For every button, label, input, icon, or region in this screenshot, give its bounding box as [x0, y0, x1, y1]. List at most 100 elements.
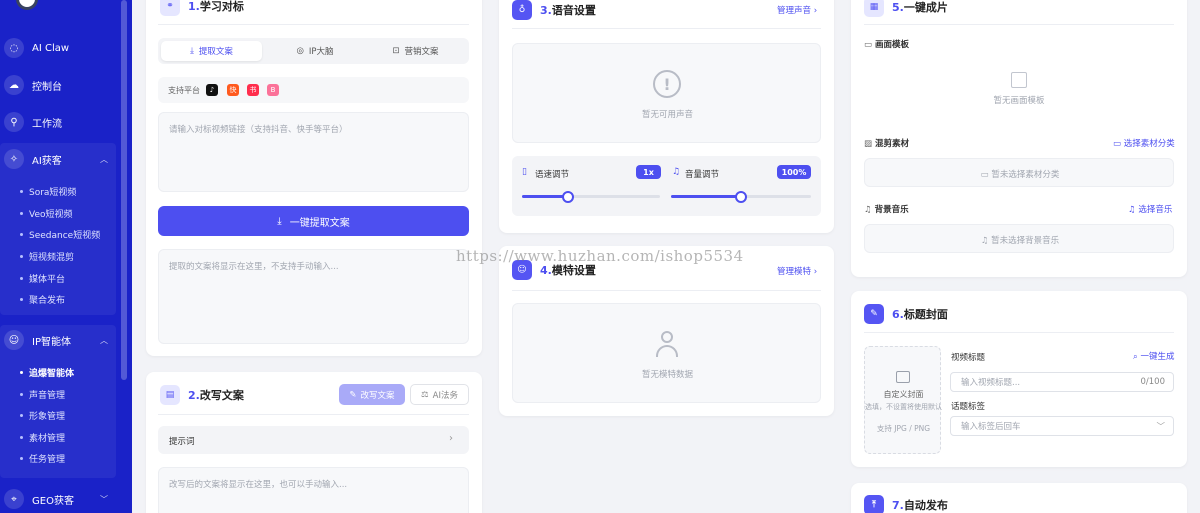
- cover-upload-hint: 选填，不设置将使用默认: [865, 403, 942, 411]
- topic-placeholder: 输入标签后回车: [961, 422, 1021, 432]
- voice-num: 3.: [540, 3, 552, 17]
- sidebar-sub-veo[interactable]: Veo短视频: [20, 207, 73, 220]
- voice-title-text: 语音设置: [551, 4, 596, 17]
- material-select-box[interactable]: ▭ 暂未选择素材分类: [864, 158, 1174, 187]
- folder-icon: ▭: [1113, 139, 1122, 149]
- speed-icon: ▯: [522, 167, 527, 177]
- sidebar-item-console[interactable]: ☁ 控制台: [0, 70, 116, 100]
- ai-legal-button[interactable]: ⚖ AI法务: [410, 384, 469, 405]
- music-label: ♫ 背景音乐: [864, 203, 909, 215]
- sidebar-scrollbar[interactable]: [121, 0, 127, 380]
- headphones-icon: ♫: [980, 236, 989, 246]
- divider: [512, 28, 821, 29]
- compose-title: ▦ 5. 一键成片: [864, 0, 948, 17]
- cover-num: 6.: [892, 307, 904, 321]
- music-empty: ♫ 暂未选择背景音乐: [865, 234, 1175, 246]
- music-empty-text: 暂未选择背景音乐: [991, 236, 1060, 246]
- sidebar-item-ai-claw[interactable]: ◌ AI Claw: [0, 33, 116, 63]
- cover-upload-title: 自定义封面: [883, 390, 924, 399]
- edit-icon: ✎: [349, 389, 357, 400]
- generate-title-label: 一键生成: [1140, 352, 1175, 362]
- chevron-up-icon: ︿: [100, 335, 108, 345]
- learn-num: 1.: [188, 0, 200, 13]
- rewrite-button[interactable]: ✎ 改写文案: [339, 384, 405, 405]
- speed-slider-knob[interactable]: [562, 191, 574, 203]
- sidebar-sub-mix[interactable]: 短视频混剪: [20, 250, 74, 263]
- material-empty: ▭ 暂未选择素材分类: [865, 168, 1175, 180]
- cover-upload[interactable]: 自定义封面 选填，不设置将使用默认 支持 JPG / PNG: [864, 346, 942, 454]
- sidebar-sub-sora[interactable]: Sora短视频: [20, 185, 76, 198]
- music-select-box[interactable]: ♫ 暂未选择背景音乐: [864, 224, 1174, 253]
- topic-input[interactable]: 输入标签后回车 ﹀: [950, 416, 1174, 436]
- link-input[interactable]: 请输入对标视频链接（支持抖音、快手等平台）: [158, 112, 469, 192]
- bilibili-icon: B: [267, 84, 279, 96]
- folder-icon: ▭: [980, 170, 989, 180]
- image-icon: ▨: [864, 139, 873, 149]
- tab-marketing[interactable]: ⊡ 营销文案: [365, 41, 466, 61]
- sidebar-item-ip-agent[interactable]: ☺ IP智能体 ︿: [0, 325, 116, 355]
- sidebar-item-label: IP智能体: [32, 336, 71, 348]
- tab-extract[interactable]: ⤓ 提取文案: [161, 41, 262, 61]
- cover-title: ✎ 6. 标题封面: [864, 304, 948, 324]
- platform-row: [158, 77, 469, 103]
- voice-empty-box: ! 暂无可用声音: [512, 43, 821, 143]
- sidebar-item-geo[interactable]: ⌖ GEO获客 ﹀: [0, 484, 116, 513]
- chevron-down-icon: ﹀: [100, 494, 108, 504]
- pen-icon: ✎: [864, 304, 884, 324]
- sidebar-sub-avatar[interactable]: 形象管理: [20, 409, 65, 422]
- generate-title-link[interactable]: ⌕ 一键生成: [1133, 350, 1174, 362]
- prompt-row[interactable]: 提示词 ›: [158, 426, 469, 454]
- sidebar-item-label: AI获客: [32, 155, 62, 167]
- divider: [864, 24, 1174, 25]
- learn-title-text: 学习对标: [199, 0, 244, 13]
- download-icon: ⤓: [277, 215, 282, 227]
- sparkle-icon: ✧: [4, 149, 24, 169]
- extract-result-area[interactable]: 提取的文案将显示在这里，不支持手动输入...: [158, 249, 469, 344]
- title-char-count: 0/100: [1140, 377, 1166, 387]
- wand-icon: ⌕: [1133, 352, 1138, 362]
- extract-button[interactable]: ⤓ 一键提取文案: [158, 206, 469, 236]
- video-title-input[interactable]: 输入视频标题... 0/100: [950, 372, 1174, 392]
- volume-value: 100%: [777, 165, 811, 179]
- chevron-right-icon: ›: [449, 433, 453, 444]
- compose-num: 5.: [892, 0, 904, 14]
- voice-title: ♁ 3. 语音设置: [512, 0, 596, 20]
- topic-label: 话题标签: [951, 402, 986, 412]
- sidebar-sub-voice[interactable]: 声音管理: [20, 388, 65, 401]
- sidebar-item-label: 工作流: [32, 118, 62, 130]
- sidebar-sub-material[interactable]: 素材管理: [20, 431, 65, 444]
- volume-slider-knob[interactable]: [735, 191, 747, 203]
- sidebar-item-label: AI Claw: [32, 42, 70, 54]
- select-music-link[interactable]: ♫ 选择音乐: [1128, 203, 1172, 215]
- sidebar-sub-media[interactable]: 媒体平台: [20, 272, 65, 285]
- tab-label: 提取文案: [198, 47, 233, 57]
- manage-model-link[interactable]: 管理模特 ›: [777, 265, 817, 277]
- template-label: ▭ 画面模板: [864, 38, 909, 50]
- speed-value: 1x: [636, 165, 661, 179]
- select-material-link[interactable]: ▭ 选择素材分类: [1113, 137, 1175, 149]
- sidebar-sub-publish[interactable]: 聚合发布: [20, 293, 65, 306]
- sidebar-sub-seedance[interactable]: Seedance短视频: [20, 228, 100, 241]
- image-icon: [896, 371, 910, 383]
- video-title-label: 视频标题: [951, 353, 986, 363]
- sidebar-sub-task[interactable]: 任务管理: [20, 452, 65, 465]
- video-title-placeholder: 输入视频标题...: [961, 378, 1021, 388]
- brain-icon: ◎: [296, 46, 304, 56]
- person-icon: [656, 331, 678, 357]
- sidebar-sub-trend-agent[interactable]: 追爆智能体: [20, 366, 74, 379]
- sidebar-item-ai-acquire[interactable]: ✧ AI获客 ︿: [0, 144, 116, 174]
- model-empty-box: 暂无模特数据: [512, 303, 821, 403]
- publish-num: 7.: [892, 498, 904, 512]
- headphones-icon: ♫: [1128, 205, 1136, 215]
- xiaohongshu-icon: 书: [247, 84, 259, 96]
- flow-icon: ⚲: [4, 112, 24, 132]
- material-empty-text: 暂未选择素材分类: [991, 170, 1060, 180]
- chevron-up-icon: ︿: [100, 154, 108, 164]
- rewrite-result-area[interactable]: 改写后的文案将显示在这里，也可以手动输入...: [158, 467, 469, 513]
- divider: [158, 414, 469, 415]
- manage-voice-link[interactable]: 管理声音 ›: [777, 4, 817, 16]
- volume-slider-fill: [671, 195, 741, 198]
- sidebar-item-workflow[interactable]: ⚲ 工作流: [0, 107, 116, 137]
- tab-ip-brain[interactable]: ◎ IP大脑: [265, 41, 365, 61]
- divider: [512, 290, 821, 291]
